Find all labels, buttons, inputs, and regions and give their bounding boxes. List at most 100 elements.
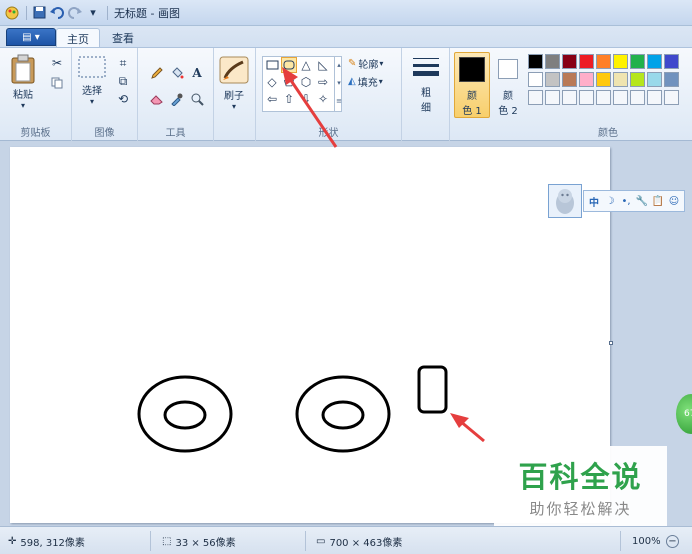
- shape-rectangle-icon[interactable]: [264, 57, 280, 73]
- palette-custom-swatch[interactable]: [528, 90, 543, 105]
- size-button[interactable]: 粗 细: [412, 56, 440, 114]
- palette-custom-swatch[interactable]: [545, 90, 560, 105]
- fill-button[interactable]: ◭ 填充 ▾: [348, 74, 383, 89]
- outline-button[interactable]: ✎ 轮廓 ▾: [348, 56, 383, 71]
- file-menu-button[interactable]: ▤ ▾: [6, 28, 56, 46]
- palette-color-swatch[interactable]: [630, 72, 645, 87]
- brush-label: 刷子: [224, 91, 244, 102]
- crop-icon[interactable]: ⌗: [114, 54, 132, 72]
- shape-pentagon-icon[interactable]: ⬠: [281, 74, 297, 90]
- palette-custom-swatch[interactable]: [562, 90, 577, 105]
- outline-icon: ✎: [348, 58, 357, 69]
- cursor-crosshair-icon: ✛: [8, 535, 17, 547]
- brush-group: 刷子 ▾: [214, 48, 256, 141]
- palette-color-swatch[interactable]: [596, 72, 611, 87]
- qq-penguin-icon[interactable]: [548, 184, 582, 218]
- color1-label-line2: 色 1: [462, 106, 482, 117]
- resize-icon[interactable]: ⧉: [114, 72, 132, 90]
- qq-chinese-mode[interactable]: 中: [587, 194, 601, 209]
- eraser-icon[interactable]: [148, 90, 166, 108]
- selection-size: ⬚ 33 × 56像素: [162, 527, 236, 554]
- zoom-level-text: 100%: [632, 535, 661, 547]
- fill-label: 填充: [357, 78, 378, 89]
- qq-punctuation-icon[interactable]: •,: [619, 194, 633, 208]
- palette-custom-swatch[interactable]: [664, 90, 679, 105]
- shape-rounded-rectangle-icon[interactable]: [281, 57, 297, 73]
- palette-color-swatch[interactable]: [613, 72, 628, 87]
- copy-icon[interactable]: [48, 74, 66, 92]
- paint-app-icon[interactable]: [4, 5, 20, 21]
- canvas-resize-handle-right[interactable]: [609, 341, 613, 345]
- shape-star-icon[interactable]: ✧: [315, 91, 331, 107]
- tools-group-label: 工具: [165, 128, 186, 139]
- rotate-icon[interactable]: ⟲: [114, 90, 132, 108]
- image-group-label: 图像: [94, 128, 115, 139]
- palette-custom-swatch[interactable]: [579, 90, 594, 105]
- magnifier-icon[interactable]: [188, 90, 206, 108]
- brush-button[interactable]: 刷子 ▾: [219, 56, 249, 111]
- shape-arrow-up-icon[interactable]: ⇧: [281, 91, 297, 107]
- palette-color-swatch[interactable]: [562, 54, 577, 69]
- palette-color-swatch[interactable]: [545, 54, 560, 69]
- palette-custom-swatch[interactable]: [613, 90, 628, 105]
- qq-settings-icon[interactable]: 🔧: [635, 194, 649, 208]
- qq-clipboard-icon[interactable]: 📋: [651, 194, 665, 208]
- palette-color-swatch[interactable]: [562, 72, 577, 87]
- palette-color-swatch[interactable]: [647, 54, 662, 69]
- shapes-scroll[interactable]: ▴ ▾ ≡: [334, 56, 343, 112]
- text-tool-icon[interactable]: A: [188, 64, 206, 82]
- palette-color-swatch[interactable]: [596, 54, 611, 69]
- redo-icon[interactable]: [67, 5, 83, 21]
- palette-color-swatch[interactable]: [630, 54, 645, 69]
- select-button[interactable]: 选择 ▾: [78, 56, 106, 106]
- shape-triangle-icon[interactable]: △: [298, 57, 314, 73]
- shape-arrow-right-icon[interactable]: ⇨: [315, 74, 331, 90]
- customize-quick-access-icon[interactable]: ▾: [85, 5, 101, 21]
- shape-right-triangle-icon[interactable]: ◺: [315, 57, 331, 73]
- color1-label-line1: 颜: [467, 91, 477, 102]
- palette-color-swatch[interactable]: [613, 54, 628, 69]
- palette-color-swatch[interactable]: [528, 72, 543, 87]
- pencil-icon[interactable]: [148, 64, 166, 82]
- qq-input-toolbar: 中 ☽ •, 🔧 📋 ☺: [548, 184, 685, 218]
- watermark-sub-text: 助你轻松解决: [529, 499, 632, 518]
- color2-swatch: [498, 59, 518, 79]
- size-label-line1: 粗: [421, 88, 431, 99]
- canvas-size: ▭ 700 × 463像素: [316, 527, 402, 554]
- red-arrow-to-rectangle: [459, 419, 485, 443]
- color1-button[interactable]: 颜 色 1: [454, 52, 490, 118]
- palette-color-swatch[interactable]: [664, 72, 679, 87]
- paste-button[interactable]: 粘贴 ▾: [10, 54, 36, 110]
- palette-custom-swatch[interactable]: [596, 90, 611, 105]
- palette-custom-swatch[interactable]: [647, 90, 662, 105]
- qq-ime-strip: 中 ☽ •, 🔧 📋 ☺: [583, 190, 685, 212]
- palette-color-swatch[interactable]: [579, 54, 594, 69]
- shape-diamond-icon[interactable]: ◇: [264, 74, 280, 90]
- fill-bucket-icon[interactable]: [168, 64, 186, 82]
- palette-color-swatch[interactable]: [664, 54, 679, 69]
- zoom-out-button[interactable]: −: [666, 527, 679, 554]
- save-icon[interactable]: [31, 5, 47, 21]
- tab-home[interactable]: 主页: [56, 28, 100, 48]
- drawn-ring-left-outer: [137, 375, 233, 453]
- palette-color-swatch[interactable]: [528, 54, 543, 69]
- clipboard-group-label: 剪贴板: [20, 128, 51, 139]
- color-picker-icon[interactable]: [168, 90, 186, 108]
- shape-arrow-down-icon[interactable]: ⇩: [298, 91, 314, 107]
- palette-color-swatch[interactable]: [579, 72, 594, 87]
- shape-hexagon-icon[interactable]: ⬡: [298, 74, 314, 90]
- brush-dropdown-icon: ▾: [231, 102, 236, 111]
- colors-group-label: 颜色: [598, 128, 618, 139]
- qq-emoji-icon[interactable]: ☺: [667, 194, 681, 208]
- color2-button[interactable]: 颜 色 2: [494, 52, 522, 118]
- palette-custom-swatch[interactable]: [630, 90, 645, 105]
- palette-color-swatch[interactable]: [647, 72, 662, 87]
- qq-half-width-icon[interactable]: ☽: [603, 194, 617, 208]
- palette-color-swatch[interactable]: [545, 72, 560, 87]
- undo-icon[interactable]: [49, 5, 65, 21]
- status-separator-2: [305, 531, 306, 551]
- title-separator: [107, 5, 108, 20]
- cut-icon[interactable]: ✂: [48, 54, 66, 72]
- tab-view[interactable]: 查看: [102, 28, 144, 48]
- shape-arrow-left-icon[interactable]: ⇦: [264, 91, 280, 107]
